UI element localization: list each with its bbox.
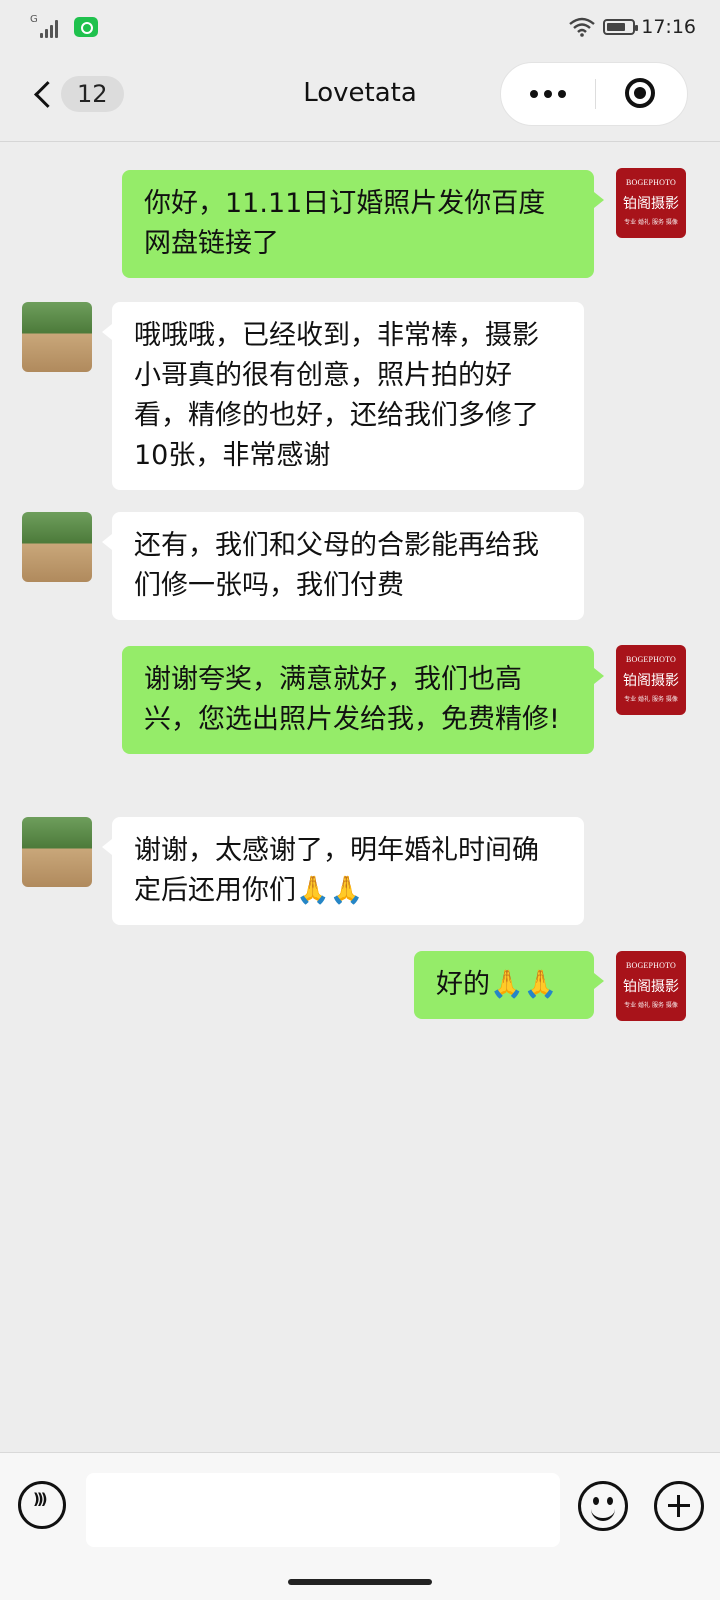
plus-icon[interactable]: [654, 1481, 704, 1531]
camera-notification-icon: [74, 17, 98, 37]
home-indicator: [288, 1579, 432, 1585]
camel-avatar[interactable]: [22, 512, 92, 582]
signal-icon: [40, 20, 64, 38]
chat-header: 12 Lovetata: [0, 56, 720, 142]
message-bubble-received[interactable]: 还有，我们和父母的合影能再给我们修一张吗，我们付费: [102, 512, 584, 620]
battery-icon: [603, 19, 639, 35]
target-icon[interactable]: [625, 78, 655, 108]
wifi-icon: [569, 17, 596, 37]
message-bubble-sent[interactable]: 谢谢夸奖，满意就好，我们也高兴，您选出照片发给我，免费精修!: [122, 646, 604, 754]
message-bubble-received[interactable]: 哦哦哦，已经收到，非常棒，摄影小哥真的很有创意，照片拍的好看，精修的也好，还给我…: [102, 302, 584, 490]
message-input[interactable]: [86, 1473, 560, 1547]
brand-avatar-line2: 铂阁摄影: [623, 673, 679, 689]
brand-avatar-line1: BOGEPHOTO: [625, 655, 677, 664]
brand-avatar-line2: 铂阁摄影: [623, 979, 679, 995]
message-bubble-sent[interactable]: 好的🙏🙏: [414, 951, 604, 1019]
voice-icon[interactable]: [18, 1481, 66, 1529]
brand-avatar[interactable]: BOGEPHOTO 铂阁摄影 专业 婚礼 服务 摄像: [616, 951, 686, 1021]
status-bar: G 17:16: [0, 0, 720, 56]
brand-avatar-line2: 铂阁摄影: [623, 196, 679, 212]
capsule-divider: [595, 79, 596, 109]
brand-avatar-line3: 专业 婚礼 服务 摄像: [624, 219, 678, 226]
network-type-label: G: [30, 14, 38, 25]
brand-avatar-line1: BOGEPHOTO: [625, 178, 677, 187]
input-bar: [0, 1452, 720, 1600]
brand-avatar-line3: 专业 婚礼 服务 摄像: [624, 696, 678, 703]
message-bubble-received[interactable]: 谢谢，太感谢了，明年婚礼时间确定后还用你们🙏🙏: [102, 817, 584, 925]
brand-avatar-line3: 专业 婚礼 服务 摄像: [624, 1002, 678, 1009]
message-bubble-sent[interactable]: 你好，11.11日订婚照片发你百度网盘链接了: [122, 170, 604, 278]
brand-avatar[interactable]: BOGEPHOTO 铂阁摄影 专业 婚礼 服务 摄像: [616, 168, 686, 238]
brand-avatar[interactable]: BOGEPHOTO 铂阁摄影 专业 婚礼 服务 摄像: [616, 645, 686, 715]
more-dots-icon[interactable]: [501, 63, 595, 125]
clock: 17:16: [641, 16, 696, 38]
miniprogram-capsule: [500, 62, 688, 126]
brand-avatar-line1: BOGEPHOTO: [625, 961, 677, 970]
emoji-icon[interactable]: [578, 1481, 628, 1531]
camel-avatar[interactable]: [22, 817, 92, 887]
camel-avatar[interactable]: [22, 302, 92, 372]
